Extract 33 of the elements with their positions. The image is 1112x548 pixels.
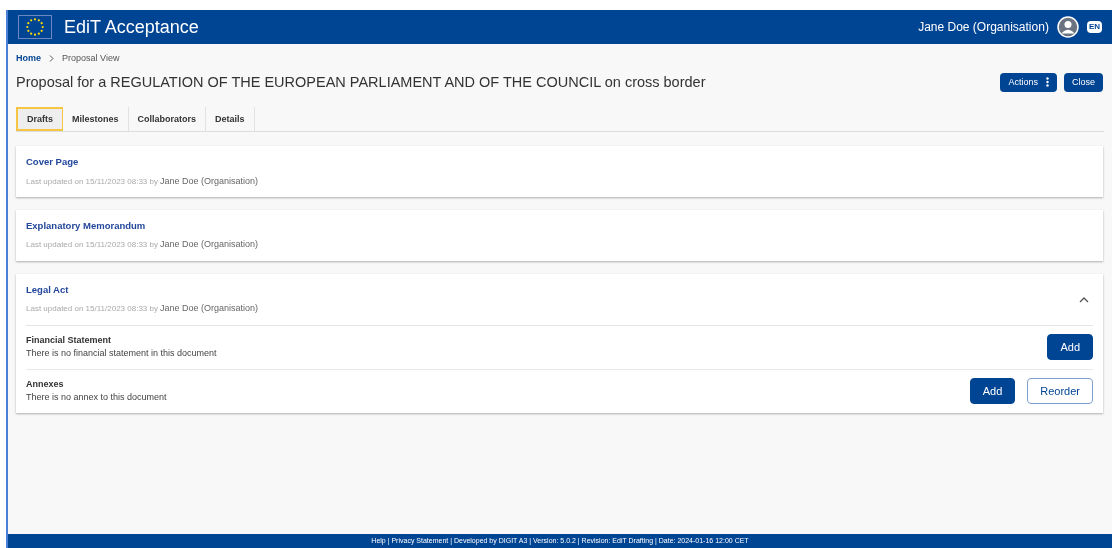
app-title: EdiT Acceptance (64, 15, 199, 39)
user-name[interactable]: Jane Doe (Organisation) (918, 18, 1049, 36)
breadcrumb-link[interactable]: Home (16, 52, 41, 66)
last-updated-text: Last updated on 15/11/2023 08:33 by (26, 239, 158, 252)
last-updated-text: Last updated on 15/11/2023 08:33 by (26, 175, 158, 188)
author-name: Jane Doe (Organisation) (159, 238, 259, 252)
section-text: There is no financial statement in this document (26, 347, 218, 360)
document-link[interactable]: Explanatory Memorandum (26, 219, 1079, 234)
close-button[interactable]: Close (1064, 72, 1103, 92)
kebab-icon (1046, 77, 1049, 88)
actions-button[interactable]: Actions (1000, 72, 1057, 92)
section-title: Financial Statement (26, 333, 113, 347)
reorder-button[interactable]: Reorder (1027, 378, 1093, 404)
breadcrumb-current: Proposal View (62, 52, 120, 65)
document-link[interactable]: Legal Act (26, 282, 1079, 297)
page-title: Proposal for a REGULATION OF THE EUROPEAN PARLIAMENT AND OF THE COUNCIL on cross border (16, 72, 707, 92)
flag-icon (18, 15, 52, 39)
last-updated-text: Last updated on 15/11/2023 08:33 by (26, 303, 158, 315)
section-text: There is no annex to this document (26, 391, 168, 404)
tab[interactable]: Details (206, 107, 255, 132)
chevron-up-icon[interactable] (1079, 295, 1089, 303)
add-button[interactable]: Add (969, 378, 1016, 404)
document-link[interactable]: Cover Page (26, 155, 1079, 170)
chevron-right-icon (49, 55, 54, 63)
author-name: Jane Doe (Organisation) (159, 174, 259, 188)
section-title: Annexes (26, 377, 65, 391)
add-button[interactable]: Add (1047, 334, 1093, 360)
language-badge[interactable]: EN (1086, 21, 1102, 33)
tab[interactable]: Collaborators (128, 107, 207, 132)
avatar-icon[interactable] (1056, 16, 1079, 38)
author-name: Jane Doe (Organisation) (159, 302, 259, 315)
tab[interactable]: Milestones (63, 107, 129, 132)
tab[interactable]: Drafts (16, 107, 63, 132)
